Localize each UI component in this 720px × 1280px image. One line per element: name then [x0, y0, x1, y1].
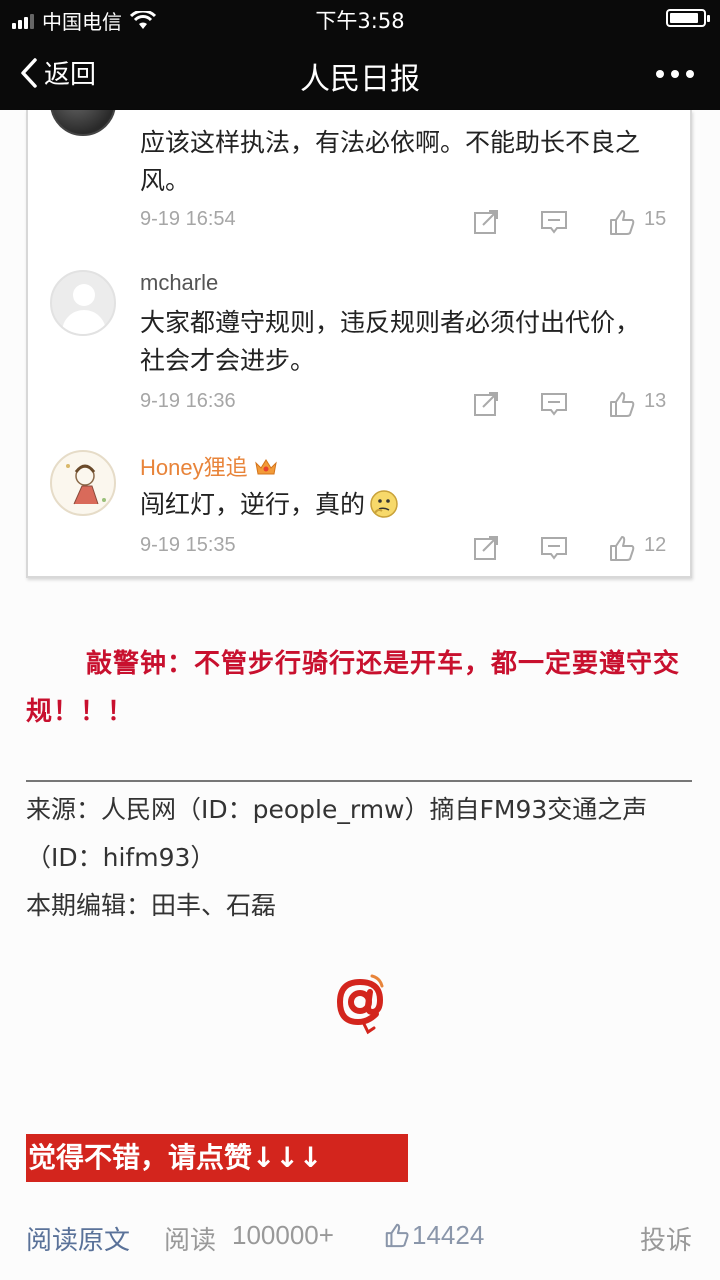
reply-icon[interactable]: [540, 208, 568, 236]
comment-meta: 9-19 16:36 13: [140, 390, 670, 420]
like-count: 12: [644, 534, 667, 556]
comment-text: 大家都遵守规则，违反规则者必须付出代价，社会才会进步。: [140, 308, 641, 375]
comment-meta: 9-19 16:54 15: [140, 208, 670, 238]
divider: [26, 780, 692, 782]
avatar: [50, 110, 116, 136]
share-icon[interactable]: [472, 390, 500, 418]
comment-text-content: 闯红灯，逆行，真的: [140, 490, 366, 519]
status-bar: 中国电信 下午3:58: [0, 0, 720, 36]
reply-icon[interactable]: [540, 390, 568, 418]
comment-text: 闯红灯，逆行，真的: [140, 486, 660, 524]
battery-icon: [666, 9, 710, 27]
reply-icon[interactable]: [540, 534, 568, 562]
source-text: 来源：人民网（ID：people_rmw）摘自FM93交通之声（ID：hifm9…: [26, 795, 648, 872]
like-count: 13: [644, 390, 667, 412]
at-logo: [336, 974, 384, 1035]
share-icon[interactable]: [472, 208, 500, 236]
nav-bar: 返回 人民日报: [0, 36, 720, 110]
comment-author-name: Honey狸追: [140, 455, 248, 480]
bottom-bar: 阅读原文 阅读 100000+ 14424 投诉: [0, 1212, 720, 1268]
avatar: [50, 450, 116, 516]
read-count-label: 阅读: [164, 1226, 217, 1256]
comment-time: 9-19 15:35: [140, 534, 236, 556]
comment-time: 9-19 16:54: [140, 208, 236, 230]
more-icon[interactable]: [656, 70, 694, 78]
comment-time: 9-19 16:36: [140, 390, 236, 412]
like-count: 15: [644, 208, 667, 230]
avatar: [50, 270, 116, 336]
like-banner: 觉得不错，请点赞↓↓↓: [26, 1134, 408, 1182]
page-title: 人民日报: [300, 62, 420, 97]
like-icon[interactable]: [608, 534, 636, 562]
comment-author[interactable]: mcharle: [140, 270, 218, 296]
read-count: 100000+: [232, 1220, 334, 1250]
comments-card: 应该这样执法，有法必依啊。不能助长不良之风。 9-19 16:54 15 mch…: [26, 110, 692, 578]
crown-icon: [254, 459, 277, 475]
like-icon[interactable]: [384, 1222, 410, 1248]
like-icon[interactable]: [608, 208, 636, 236]
back-label: 返回: [44, 60, 97, 90]
read-original-link[interactable]: 阅读原文: [26, 1220, 130, 1257]
comment-meta: 9-19 15:35 12: [140, 534, 670, 564]
share-icon[interactable]: [472, 534, 500, 562]
warning-text: 敲警钟：不管步行骑行还是开车，都一定要遵守交规！！！: [26, 649, 681, 727]
editor-text: 本期编辑：田丰、石磊: [26, 891, 277, 920]
chevron-left-icon: [21, 57, 37, 88]
comment-text: 应该这样执法，有法必依啊。不能助长不良之风。: [140, 128, 641, 195]
report-link[interactable]: 投诉: [640, 1220, 692, 1257]
like-icon[interactable]: [608, 390, 636, 418]
comment-author[interactable]: Honey狸追: [140, 450, 278, 482]
status-time: 下午3:58: [315, 9, 405, 33]
back-button[interactable]: 返回: [20, 54, 96, 91]
emoji-icon: [370, 490, 398, 518]
article-like-count: 14424: [412, 1220, 485, 1250]
